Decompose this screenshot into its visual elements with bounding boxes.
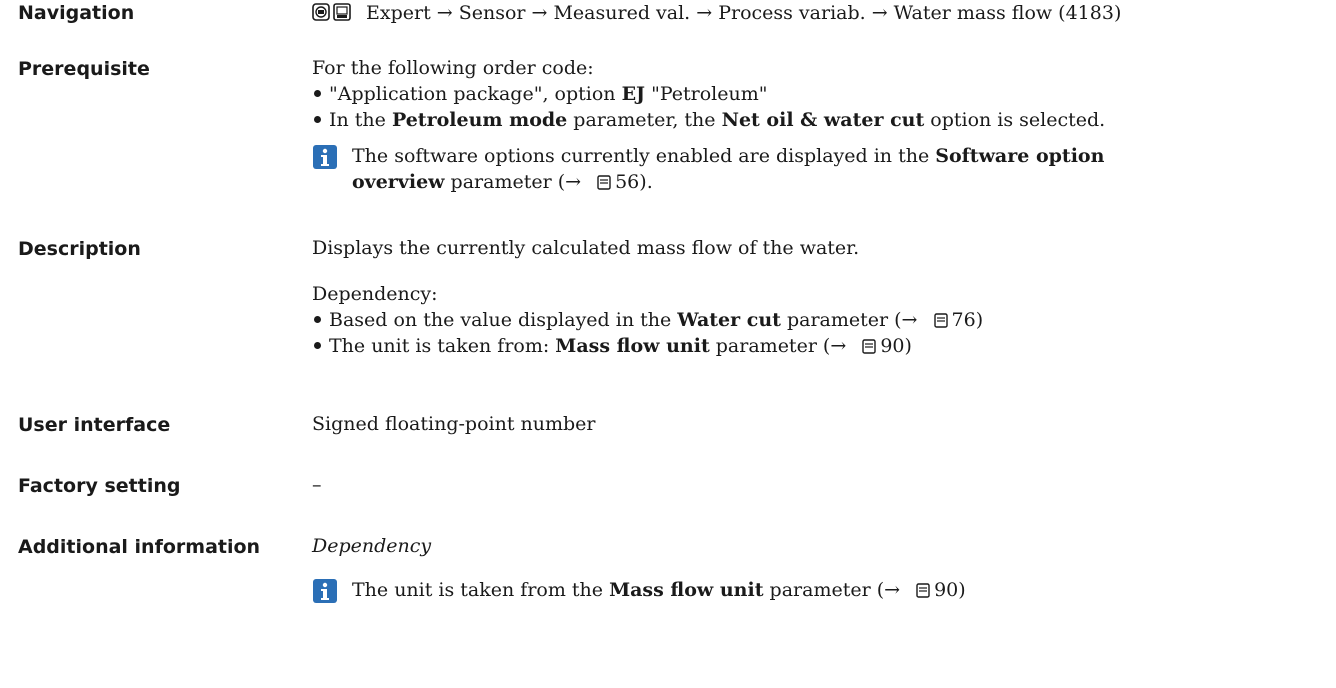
operating-display-icon	[312, 2, 352, 26]
factory-setting-value: –	[312, 474, 322, 496]
prerequisite-label: Prerequisite	[18, 58, 150, 80]
factory-setting-label: Factory setting	[18, 475, 181, 497]
page-reference-icon	[597, 171, 611, 197]
additional-dependency-subheading: Dependency	[312, 535, 432, 557]
navigation-path: Expert → Sensor → Measured val. → Proces…	[366, 2, 1122, 24]
page-ref-90[interactable]: 90	[880, 335, 904, 357]
user-interface-label: User interface	[18, 414, 171, 436]
page-reference-icon	[862, 335, 877, 361]
dependency-title: Dependency:	[312, 283, 438, 305]
dependency-bullet-2: The unit is taken from: Mass flow unit p…	[312, 333, 912, 361]
software-option-note-line-1: The software options currently enabled a…	[352, 145, 1105, 167]
user-interface-value: Signed floating-point number	[312, 413, 596, 435]
page-reference-icon	[933, 309, 948, 335]
software-option-note-line-2: overview parameter (→ 56).	[352, 169, 653, 197]
dependency-bullet-1: Based on the value displayed in the Wate…	[312, 307, 983, 335]
parameter-description-page: Navigation Expert → Sensor → Measured va…	[0, 0, 1336, 688]
additional-note: The unit is taken from the Mass flow uni…	[352, 577, 966, 605]
prerequisite-bullet-2: In the Petroleum mode parameter, the Net…	[312, 107, 1105, 133]
prerequisite-bullet-1: "Application package", option EJ "Petrol…	[312, 81, 767, 107]
navigation-path-row: Expert → Sensor → Measured val. → Proces…	[312, 2, 1121, 26]
prerequisite-intro: For the following order code:	[312, 57, 594, 79]
navigation-label: Navigation	[18, 2, 135, 24]
info-icon	[312, 144, 344, 176]
description-text: Displays the currently calculated mass f…	[312, 237, 860, 259]
page-ref-76[interactable]: 76	[952, 309, 976, 331]
page-reference-icon	[916, 579, 930, 605]
description-label: Description	[18, 238, 141, 260]
additional-information-label: Additional information	[18, 536, 261, 558]
page-ref-90[interactable]: 90	[934, 579, 958, 601]
info-icon	[312, 578, 344, 610]
page-ref-56[interactable]: 56	[615, 171, 639, 193]
